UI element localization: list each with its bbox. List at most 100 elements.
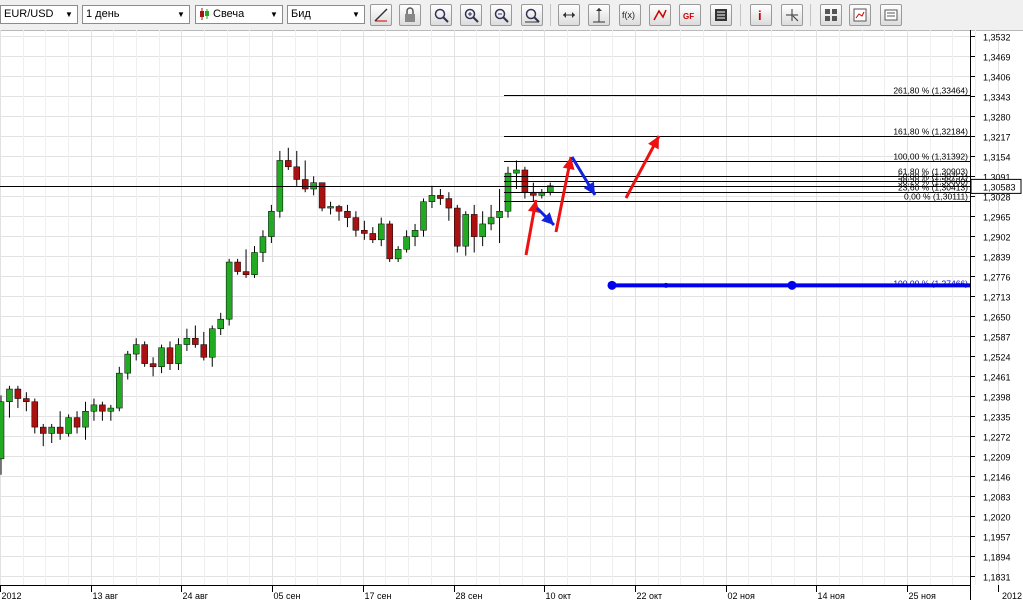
fib-level-label: 261,80 % (1,33464) (893, 86, 968, 96)
candle-up (225, 258, 233, 326)
candle-down (352, 211, 360, 237)
chart-grid (0, 30, 999, 585)
candle-body (65, 417, 72, 434)
price-tick-label: 1,2020 (983, 513, 1011, 523)
save-chart-button[interactable] (849, 4, 871, 26)
candle-body (378, 223, 385, 241)
price-tick-label: 1,3280 (983, 113, 1011, 123)
zoom-reset-icon (525, 8, 540, 23)
price-tick-label: 1,3343 (983, 93, 1011, 103)
candle-body (99, 404, 106, 412)
candle-body (192, 337, 199, 345)
candlestick-icon (200, 8, 209, 21)
indicators-icon: f(x) (622, 10, 635, 20)
candle-body (158, 347, 165, 368)
price-tick-label: 1,2524 (983, 353, 1011, 363)
candle-body (23, 398, 30, 402)
zoom-in-button[interactable] (460, 4, 482, 26)
candle-body (454, 207, 461, 247)
data-window-button[interactable] (710, 4, 732, 26)
candle-up (276, 150, 284, 218)
price-chart[interactable]: 1,3532 1,3469 1,3406 1,3343 1,3280 1,3217 1,31… (0, 30, 1023, 600)
alert-button[interactable]: i (750, 4, 772, 26)
projection-line[interactable]: 100,00 % (1,27466) (607, 278, 971, 290)
candle-up (175, 338, 182, 370)
candle-down (31, 398, 39, 434)
candle-up (65, 414, 72, 437)
price-tick-label: 1,2209 (983, 453, 1011, 463)
candle-body (462, 214, 469, 247)
price-tick-label: 1,2839 (983, 253, 1011, 263)
candle-body (386, 223, 393, 260)
lock-button[interactable] (399, 4, 421, 26)
zoom-out-button[interactable] (490, 4, 512, 26)
candle-up (538, 189, 546, 199)
candle-body (225, 261, 233, 320)
symbol-select[interactable]: EUR/USD ▼ (0, 5, 78, 24)
draw-line-icon (374, 8, 388, 22)
chart-template-icon (884, 9, 898, 21)
chevron-down-icon: ▼ (270, 10, 278, 19)
fibonacci-levels[interactable]: 261,80 % (1,33464) 161,80 % (1,32184) 100,… (0, 86, 970, 202)
chart-template-button[interactable] (880, 4, 902, 26)
candle-up (124, 350, 131, 380)
projection-anchor-point (787, 280, 797, 290)
candle-body (149, 363, 157, 368)
candle-body (0, 401, 5, 460)
candle-up (82, 401, 89, 440)
price-tick-label: 1,3154 (983, 153, 1011, 163)
price-tick-label: 1,1957 (983, 533, 1011, 543)
fib-level-label: 161,80 % (1,32184) (893, 127, 968, 137)
candle-body (496, 210, 503, 218)
candle-down (23, 392, 30, 412)
indicators-button[interactable]: f(x) (619, 4, 641, 26)
price-tick-label: 1,2965 (983, 213, 1011, 223)
candle-body (166, 347, 174, 364)
candle-up (327, 201, 334, 215)
candle-body (116, 372, 123, 409)
zoom-reset-button[interactable] (521, 4, 543, 26)
timeframe-select[interactable]: 1 день ▼ (82, 5, 190, 24)
candle-body (14, 388, 22, 399)
time-tick-label: 28 сен (456, 591, 483, 600)
fibonacci-button[interactable]: GF (679, 4, 701, 26)
candle-body (175, 344, 182, 364)
drawn-arrows[interactable] (524, 135, 661, 256)
candle-up (496, 189, 503, 243)
candle-body (420, 201, 427, 231)
cursor-button[interactable] (781, 4, 803, 26)
layout-button[interactable] (820, 4, 842, 26)
candle-down (99, 401, 106, 421)
drawing-tools-button[interactable] (649, 4, 671, 26)
candle-body (327, 206, 334, 209)
candle-up (411, 223, 419, 247)
zoom-fit-button[interactable] (430, 4, 452, 26)
scroll-button[interactable] (558, 4, 580, 26)
candle-up (6, 385, 13, 418)
crosshair-button[interactable] (588, 4, 610, 26)
candle-body (82, 410, 89, 428)
chart-style-select[interactable]: Свеча ▼ (195, 5, 283, 24)
candle-up (428, 185, 436, 209)
toolbar-separator (550, 4, 551, 26)
candle-up (310, 176, 317, 196)
candle-body (445, 198, 453, 209)
candle-down (14, 385, 22, 409)
candle-down (234, 258, 241, 275)
price-axis: 1,3532 1,3469 1,3406 1,3343 1,3280 1,3217 1,31… (970, 33, 1011, 583)
candle-up (394, 246, 402, 263)
candle-down (437, 189, 444, 205)
candle-up (462, 211, 469, 256)
draw-line-button[interactable] (370, 4, 392, 26)
toolbar-separator (810, 4, 811, 26)
chevron-down-icon: ▼ (352, 10, 360, 19)
alert-icon: i (758, 8, 762, 23)
last-price: 1,30583 (970, 178, 1022, 194)
candle-body (183, 337, 191, 345)
candle-up (251, 246, 258, 278)
candle-up (48, 423, 55, 443)
candle-up (487, 204, 495, 231)
candle-body (48, 426, 55, 434)
zoom-in-icon (464, 8, 479, 23)
price-side-select[interactable]: Бид ▼ (287, 5, 365, 24)
